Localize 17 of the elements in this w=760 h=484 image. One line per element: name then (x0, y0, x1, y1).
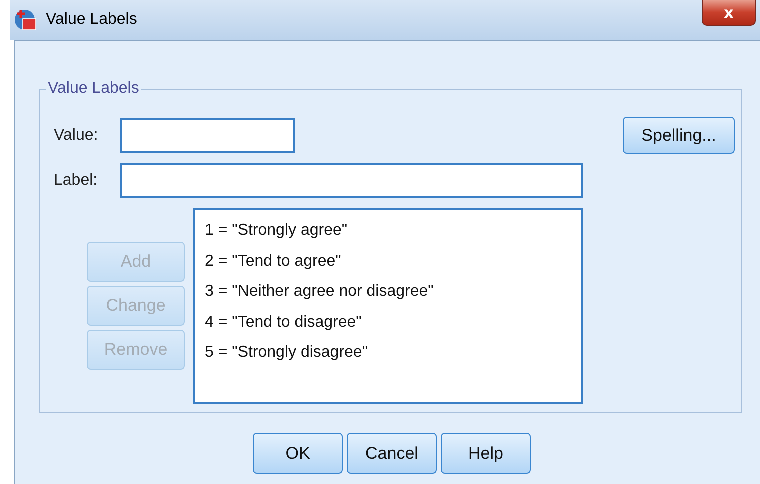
field-label: Label: (54, 172, 99, 190)
list-item[interactable]: 3 = "Neither agree nor disagree" (205, 277, 571, 308)
list-item[interactable]: 5 = "Strongly disagree" (205, 338, 571, 368)
list-item[interactable]: 2 = "Tend to agree" (205, 246, 571, 277)
label-field[interactable] (120, 163, 583, 198)
list-item[interactable]: 1 = "Strongly agree" (205, 216, 571, 246)
close-button[interactable]: x (702, 0, 756, 26)
spelling-button[interactable]: Spelling... (623, 117, 735, 154)
value-field[interactable] (120, 118, 295, 153)
dialog-button[interactable]: Help (441, 433, 531, 474)
dialog-button[interactable]: Cancel (347, 433, 437, 474)
list-item[interactable]: 4 = "Tend to disagree" (205, 308, 571, 338)
labels-list[interactable]: 1 = "Strongly agree" 2 = "Tend to agree" 3 = "Neither agree nor disagree" 4 = "Tend to disagree" 5 = "Strongly disagree" (193, 208, 583, 404)
window-title: Value Labels (46, 11, 138, 29)
dialog-button[interactable]: OK (253, 433, 343, 474)
app-icon (14, 8, 38, 32)
field-label: Value: (54, 126, 100, 144)
